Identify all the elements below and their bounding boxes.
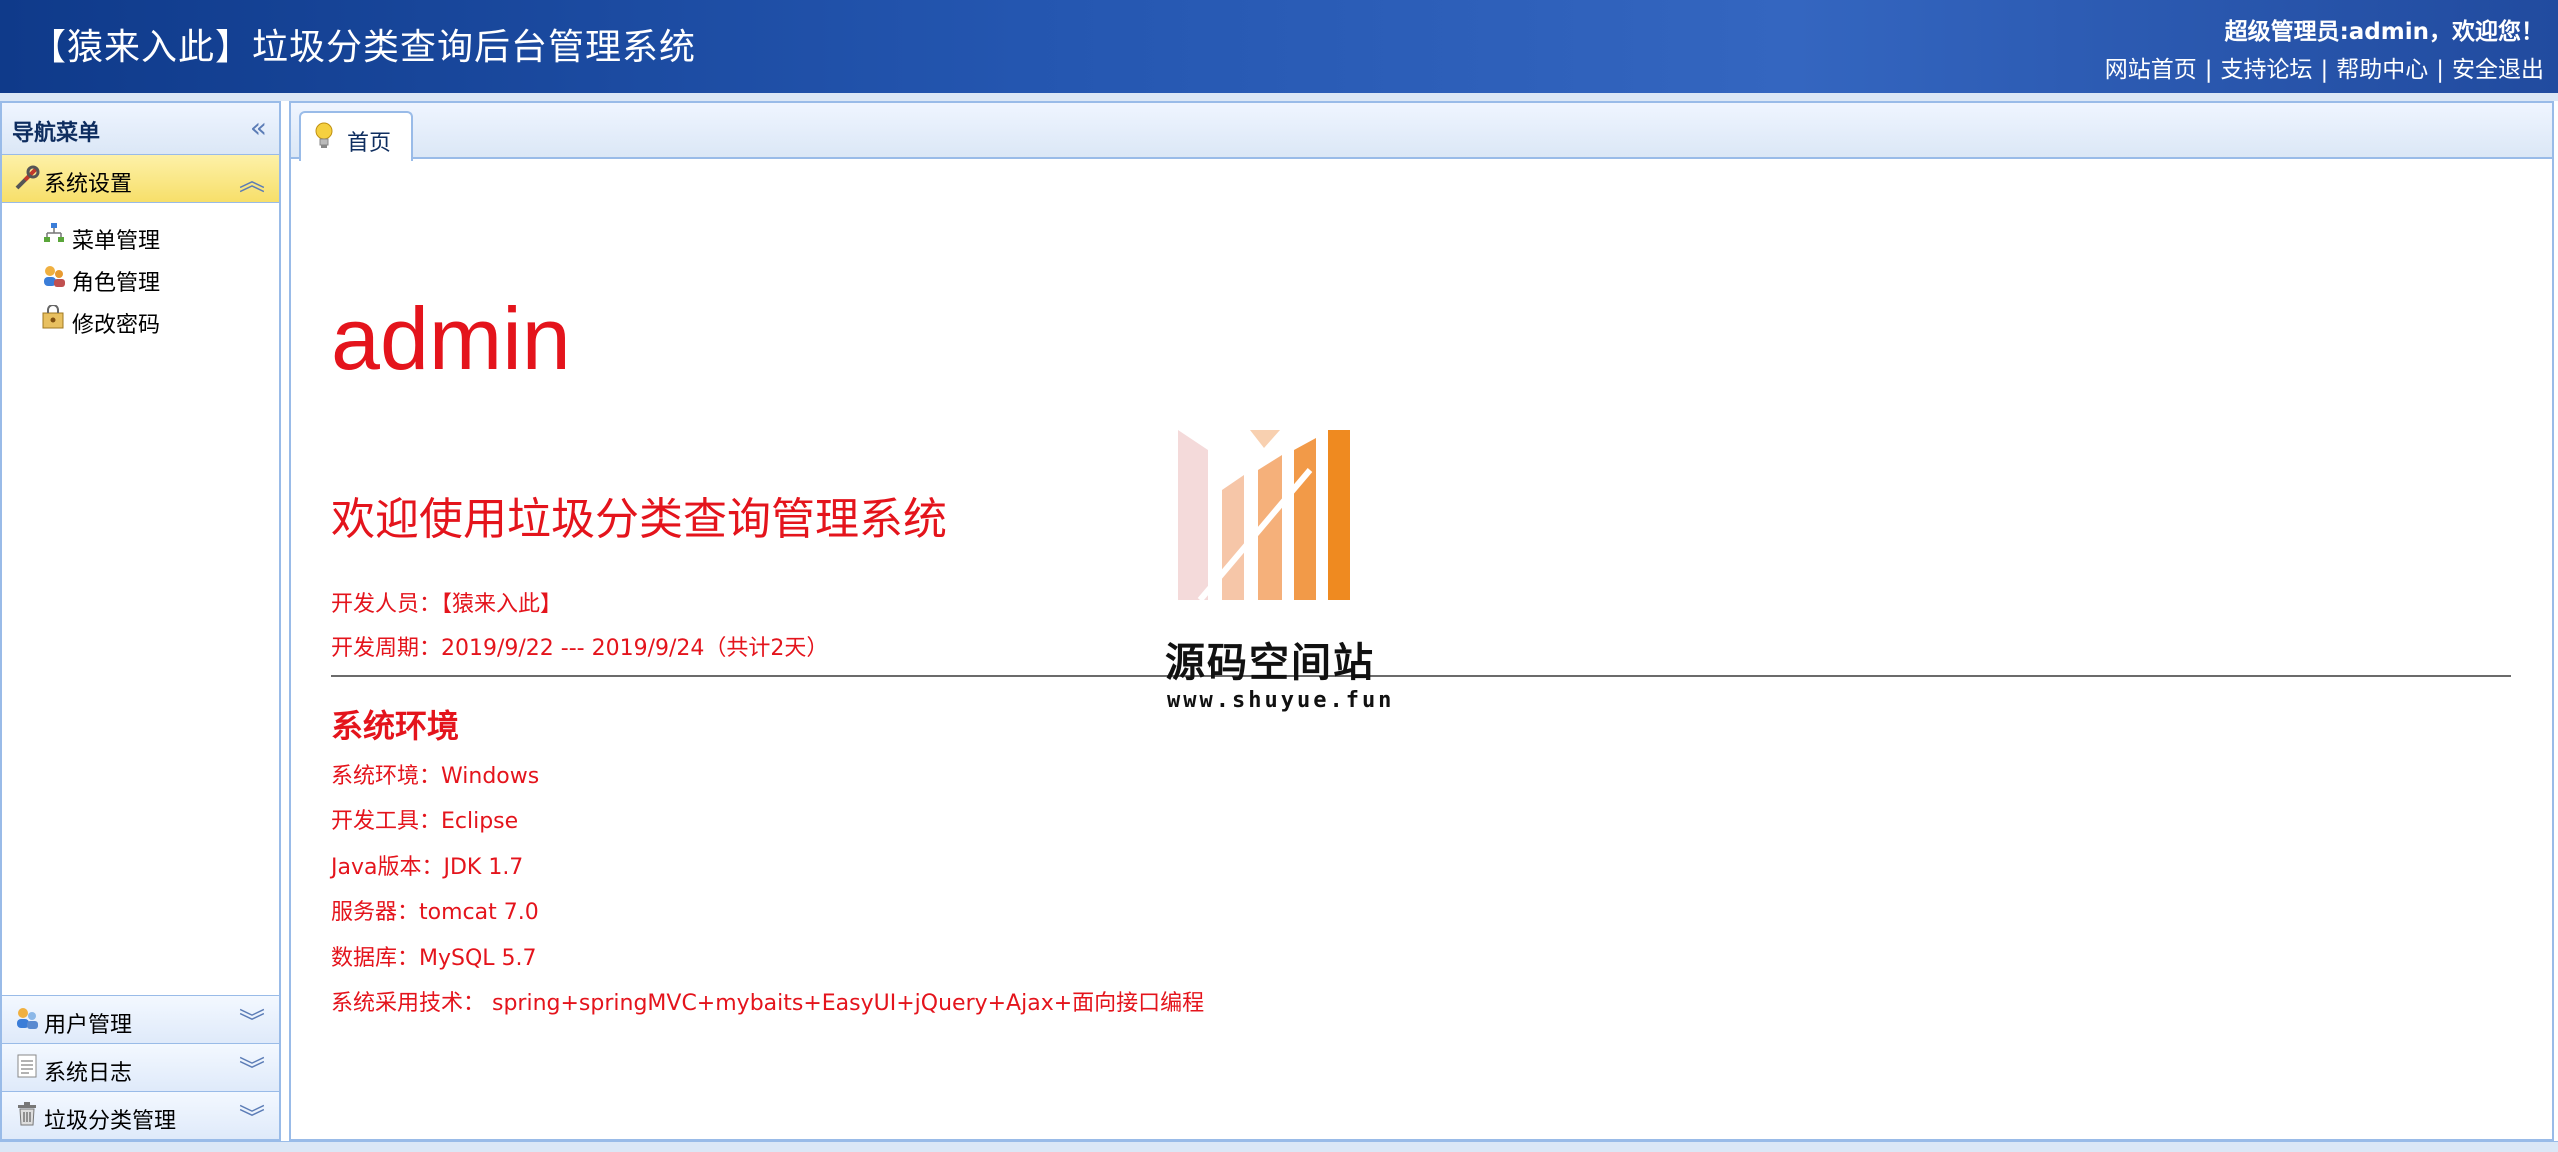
section-garbage-classification[interactable]: 垃圾分类管理 ︾ [2,1091,279,1139]
app-title: 【猿来入此】垃圾分类查询后台管理系统 [30,27,697,68]
divider [331,675,2511,677]
sitemap-icon [40,221,68,249]
lightbulb-icon [313,121,335,157]
menu-item-label: 修改密码 [72,313,161,338]
section-user-management[interactable]: 用户管理 ︾ [2,995,279,1043]
menu-item-role-management[interactable]: 角色管理 [2,257,279,299]
menu-item-label: 角色管理 [72,271,161,296]
watermark-url: www.shuyue.fun [1167,688,1395,713]
trash-icon [12,1101,42,1131]
dev-period-text: 开发周期：2019/9/22 --- 2019/9/24（共计2天） [331,636,829,661]
section-system-log[interactable]: 系统日志 ︾ [2,1043,279,1091]
separator: | [2320,57,2329,83]
watermark-name: 源码空间站 [1165,640,1375,686]
env-server: 服务器：tomcat 7.0 [331,900,539,925]
env-ide: 开发工具：Eclipse [331,809,519,834]
settings-menu-list: 菜单管理 角色管理 修改密码 [2,203,279,341]
collapsed-sections: 用户管理 ︾ 系统日志 ︾ 垃圾分类管理 ︾ [2,995,279,1139]
env-os: 系统环境：Windows [331,764,540,789]
welcome-heading: 欢迎使用垃圾分类查询管理系统 [331,494,947,545]
logout-link[interactable]: 安全退出 [2452,57,2544,83]
separator: | [2204,57,2213,83]
collapse-panel-icon[interactable]: « [250,111,267,144]
env-heading: 系统环境 [331,707,460,745]
section-label: 系统设置 [44,172,133,197]
section-system-settings[interactable]: 系统设置 ︽ [2,155,279,203]
env-tech: 系统采用技术： spring+springMVC+mybaits+EasyUI+… [331,991,1205,1016]
nav-header: 导航菜单 « [2,103,279,155]
password-lock-icon [40,304,68,333]
footer-bar [0,1141,2558,1152]
tab-label: 首页 [347,131,392,156]
username-display: admin [331,289,571,388]
env-database: 数据库：MySQL 5.7 [331,946,537,971]
developer-text: 开发人员：【猿来入此】 [331,592,563,617]
tab-home[interactable]: 首页 [299,111,413,161]
chevron-up-icon[interactable]: ︽ [239,161,265,198]
welcome-message: 超级管理员:admin，欢迎您！ [2224,19,2544,45]
nav-panel: 导航菜单 « 系统设置 ︽ 菜单管理 角色管理 修改密码 用户管理 ︾ 系统日志… [0,101,281,1141]
main-content: 首页 admin 欢迎使用垃圾分类查询管理系统 开发人员：【猿来入此】 开发周期… [289,101,2554,1141]
menu-item-change-password[interactable]: 修改密码 [2,299,279,341]
home-link[interactable]: 网站首页 [2105,57,2197,83]
header-links: 网站首页 | 支持论坛 | 帮助中心 | 安全退出 [2105,50,2544,84]
tab-bar: 首页 [291,103,2552,161]
tools-icon [12,164,42,194]
section-label: 垃圾分类管理 [44,1109,177,1134]
forum-link[interactable]: 支持论坛 [2221,57,2313,83]
chevron-down-icon[interactable]: ︾ [239,1002,265,1039]
section-label: 用户管理 [44,1013,133,1038]
section-label: 系统日志 [44,1061,133,1086]
users-role-icon [40,263,68,291]
header-underbar [0,93,2558,101]
chevron-down-icon[interactable]: ︾ [239,1050,265,1087]
help-link[interactable]: 帮助中心 [2336,57,2428,83]
nav-title: 导航菜单 [12,121,101,146]
user-group-icon [12,1005,42,1035]
separator: | [2436,57,2444,83]
log-icon [12,1053,42,1083]
app-header: 【猿来入此】垃圾分类查询后台管理系统 超级管理员:admin，欢迎您！ 网站首页… [0,0,2558,93]
chevron-down-icon[interactable]: ︾ [239,1098,265,1135]
menu-item-label: 菜单管理 [72,229,161,254]
env-java: Java版本：JDK 1.7 [331,855,524,880]
menu-item-menu-management[interactable]: 菜单管理 [2,215,279,257]
